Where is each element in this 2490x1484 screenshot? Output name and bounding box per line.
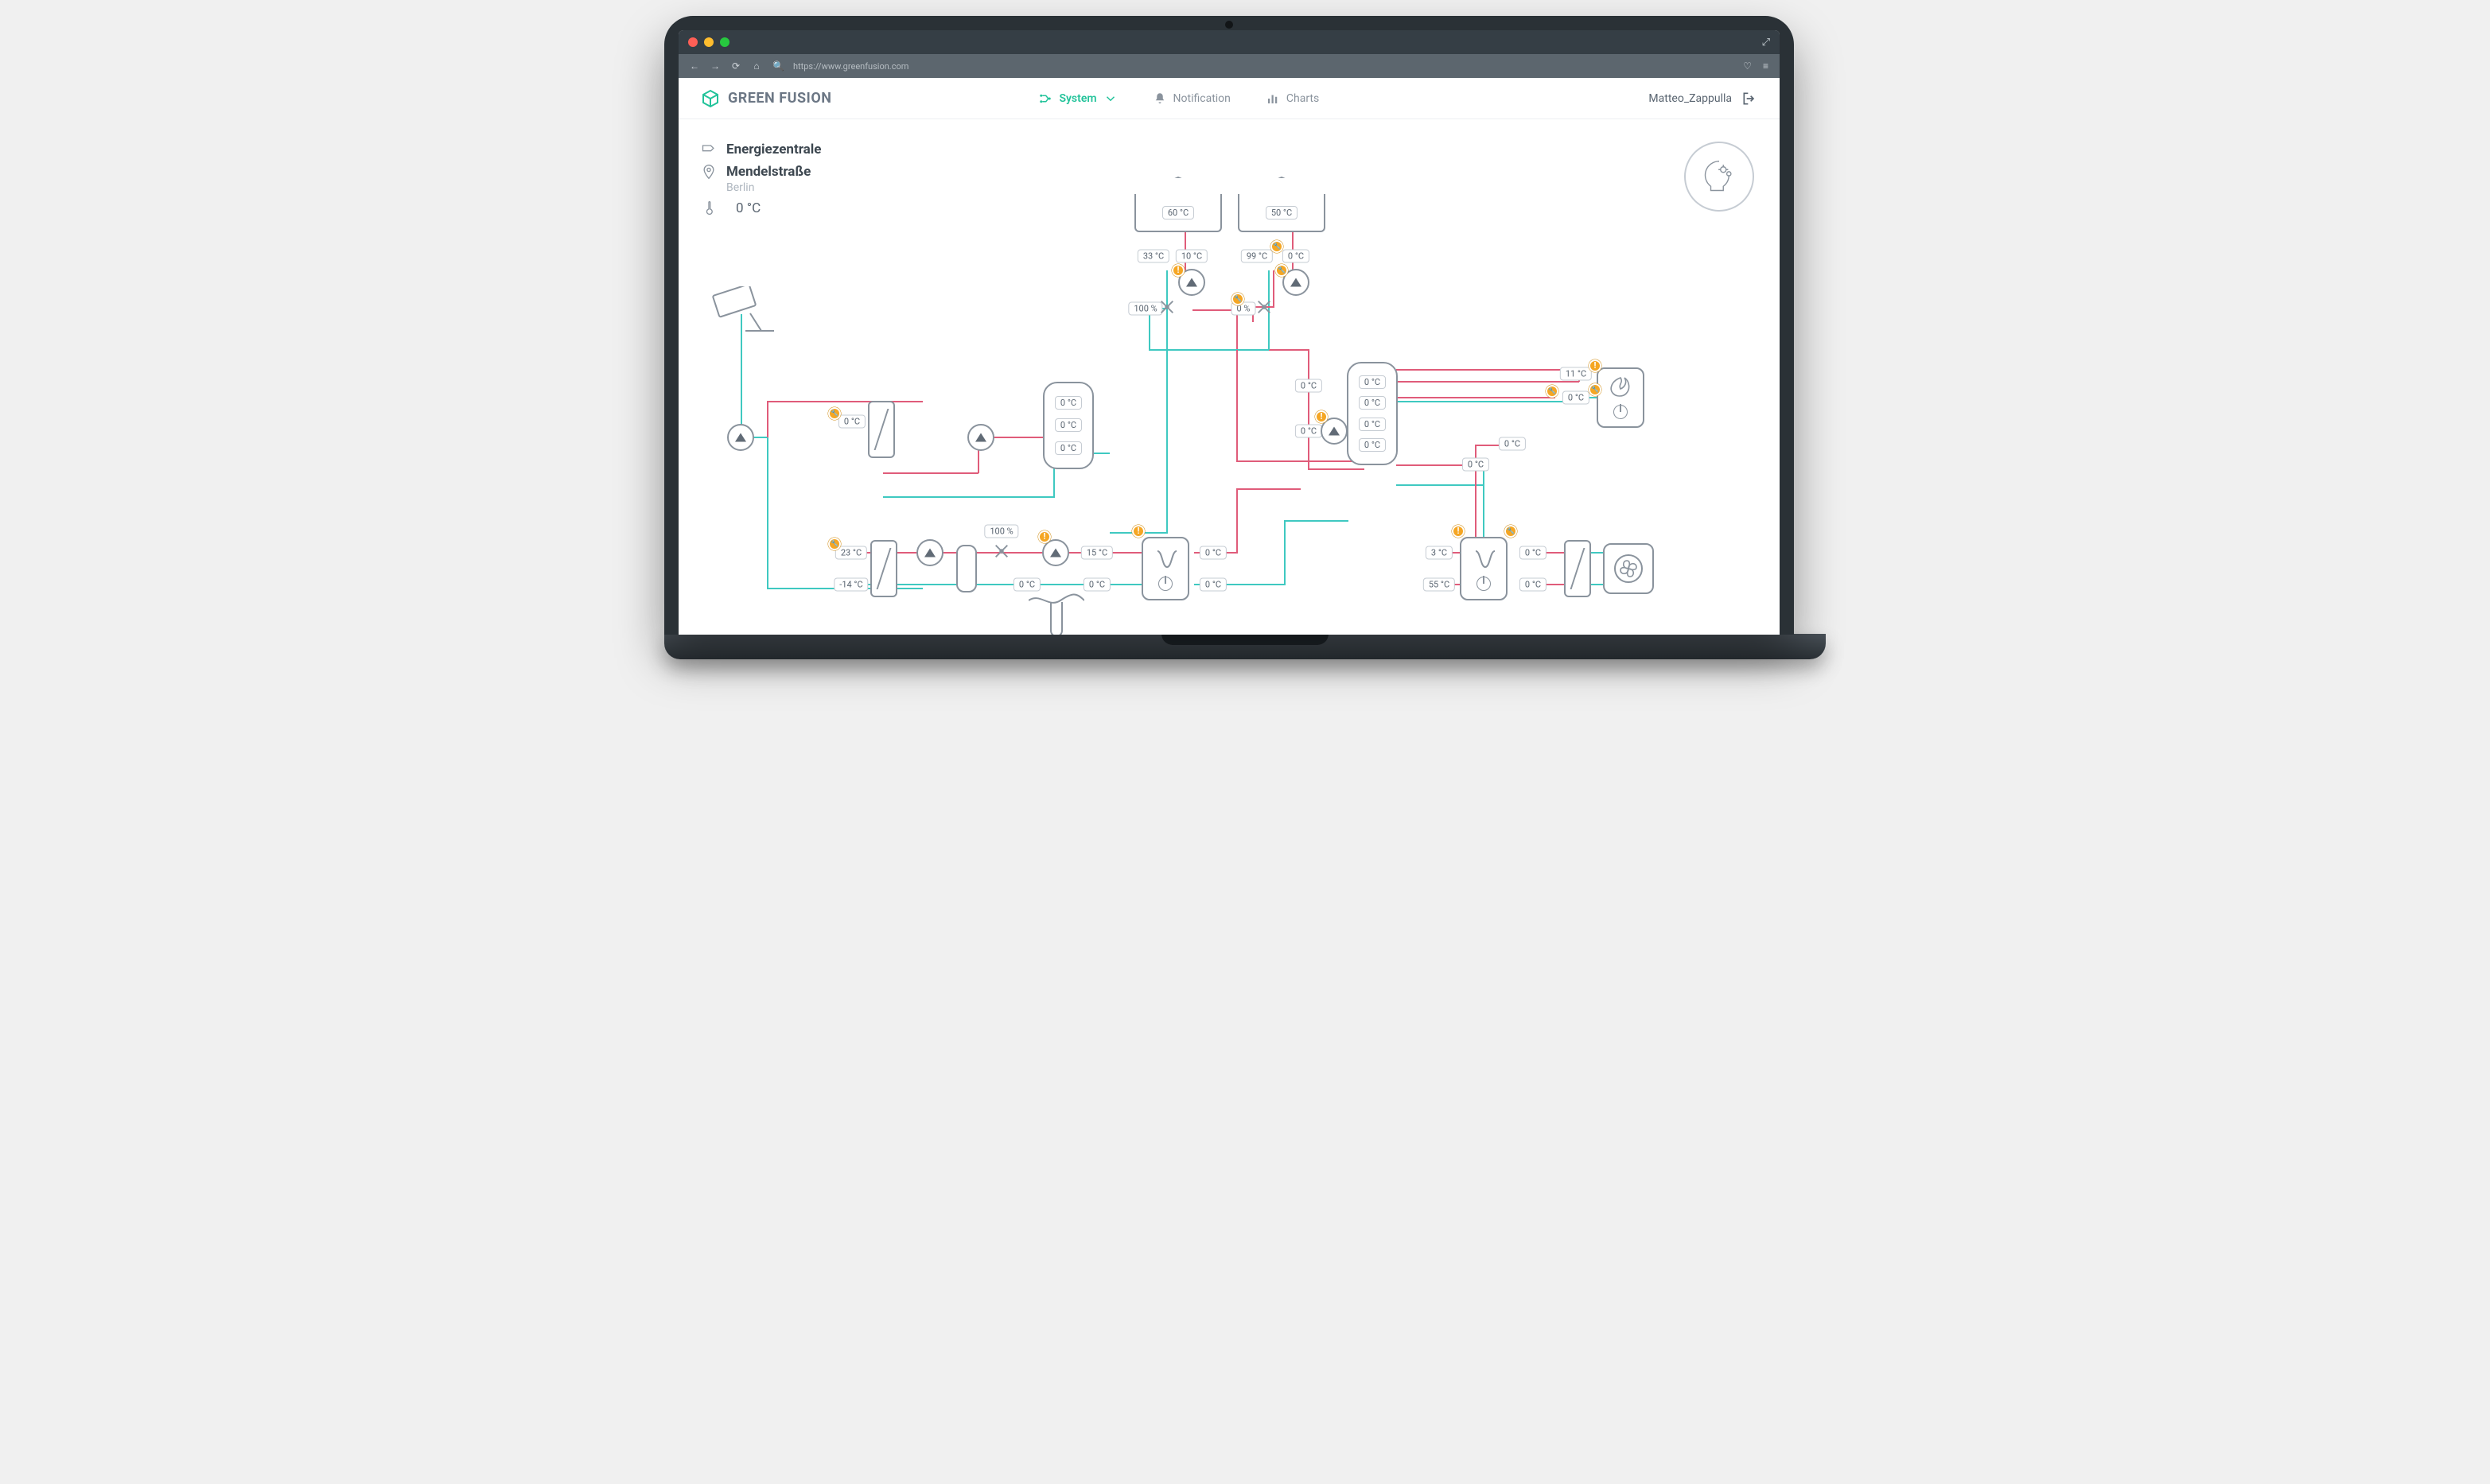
label-right-mid-b: 0 °C — [1462, 458, 1489, 472]
label-hp-left-s1: 0 °C — [1200, 546, 1227, 560]
label-solar-t1: 0 °C — [838, 415, 866, 429]
logo-icon — [701, 89, 720, 108]
boiler-unit[interactable] — [1597, 367, 1644, 428]
search-icon: 🔍 — [772, 60, 782, 72]
pump-buffer-a[interactable] — [967, 424, 994, 451]
alert-icon[interactable] — [1038, 530, 1051, 543]
label-hpr-in2: 55 °C — [1423, 578, 1455, 592]
address-url[interactable]: https://www.greenfusion.com — [793, 61, 908, 72]
window-titlebar: ⤢ — [679, 30, 1780, 54]
label-bb-left-out: 0 °C — [1295, 425, 1322, 438]
label-hpr-out2: 0 °C — [1519, 578, 1547, 592]
fullscreen-icon[interactable]: ⤢ — [1762, 37, 1770, 49]
valve-b[interactable] — [1255, 298, 1273, 319]
label-ba-return: 10 °C — [1176, 250, 1208, 263]
brand[interactable]: GREEN FUSION — [701, 89, 831, 108]
alert-icon[interactable] — [1172, 264, 1185, 277]
heart-icon[interactable]: ♡ — [1743, 60, 1752, 72]
label-hp-left-s2: 0 °C — [1200, 578, 1227, 592]
wrench-icon[interactable] — [1546, 385, 1558, 398]
pump-hp-left[interactable] — [1042, 539, 1069, 566]
nav-reload-icon[interactable]: ⟳ — [731, 60, 741, 72]
nav-home-icon[interactable]: ⌂ — [752, 60, 761, 72]
valve-geo[interactable] — [993, 542, 1010, 563]
label-buffer-b-t4: 0 °C — [1359, 438, 1386, 452]
buffer-tank-a[interactable]: 0 °C 0 °C 0 °C — [1043, 382, 1094, 469]
label-solar-t2: 23 °C — [835, 546, 867, 560]
nav-forward-icon[interactable]: → — [710, 60, 720, 72]
heat-pump-left[interactable] — [1142, 537, 1189, 600]
system-icon — [1038, 91, 1052, 106]
tab-system[interactable]: System — [1038, 91, 1117, 106]
wrench-icon[interactable] — [1504, 525, 1517, 538]
label-bb-supply: 99 °C — [1241, 250, 1273, 263]
filter-unit[interactable] — [956, 545, 977, 592]
wrench-icon[interactable] — [1589, 383, 1601, 396]
label-bb-return: 0 °C — [1282, 250, 1309, 263]
label-hp-left-in: 15 °C — [1081, 546, 1113, 560]
fan-unit[interactable] — [1603, 543, 1654, 594]
heat-pump-right[interactable] — [1460, 537, 1508, 600]
flame-icon — [1610, 376, 1631, 400]
wrench-icon[interactable] — [1270, 240, 1283, 253]
buffer-tank-b[interactable]: 0 °C 0 °C 0 °C 0 °C — [1347, 362, 1398, 465]
wrench-icon[interactable] — [828, 407, 841, 420]
label-buffer-b-t1: 0 °C — [1359, 375, 1386, 389]
browser-toolbar: ← → ⟳ ⌂ 🔍 https://www.greenfusion.com ♡ … — [679, 54, 1780, 78]
pump-solar[interactable] — [727, 424, 754, 451]
tab-notification[interactable]: Notification — [1153, 91, 1231, 106]
building-b: 50 °C — [1238, 177, 1325, 232]
label-buffer-a-t2: 0 °C — [1055, 418, 1082, 432]
valve-a[interactable] — [1158, 298, 1176, 319]
pump-ground[interactable] — [916, 539, 943, 566]
hp-icon — [1471, 546, 1496, 572]
label-solar-t3: -14 °C — [834, 578, 868, 592]
wrench-icon[interactable] — [828, 538, 841, 550]
heat-exchanger-right[interactable] — [1564, 540, 1591, 597]
label-buffer-b-t2: 0 °C — [1359, 396, 1386, 410]
label-right-mid-a: 0 °C — [1499, 437, 1526, 451]
window-controls[interactable] — [688, 37, 729, 47]
nav-back-icon[interactable]: ← — [690, 60, 699, 72]
label-hp-left-out1: 0 °C — [1084, 578, 1111, 592]
wrench-icon[interactable] — [1275, 264, 1288, 277]
alert-icon[interactable] — [1315, 410, 1328, 423]
label-buffer-a-t3: 0 °C — [1055, 441, 1082, 455]
label-hpr-out1: 0 °C — [1519, 546, 1547, 560]
label-building-a-temp: 60 °C — [1162, 206, 1194, 219]
power-icon — [1476, 577, 1491, 591]
power-icon — [1158, 577, 1173, 591]
solar-panel-icon — [710, 286, 774, 334]
label-buffer-a-t1: 0 °C — [1055, 396, 1082, 410]
geothermal-icon — [1029, 592, 1084, 635]
hp-icon — [1153, 546, 1178, 572]
label-geo-mix: 0 °C — [1014, 578, 1041, 592]
label-ba-supply: 33 °C — [1138, 250, 1169, 263]
alert-icon[interactable] — [1132, 525, 1145, 538]
power-icon — [1613, 405, 1628, 419]
building-a: 60 °C — [1134, 177, 1222, 232]
bell-icon — [1153, 91, 1167, 106]
menu-icon[interactable]: ≡ — [1763, 60, 1768, 72]
alert-icon[interactable] — [1589, 359, 1601, 372]
label-hpr-in1: 3 °C — [1426, 546, 1453, 560]
label-building-b-temp: 50 °C — [1266, 206, 1298, 219]
label-buffer-b-t3: 0 °C — [1359, 418, 1386, 431]
wrench-icon[interactable] — [1231, 293, 1244, 305]
tab-charts[interactable]: Charts — [1266, 91, 1319, 106]
heat-exchanger-solar[interactable] — [868, 401, 895, 458]
chevron-down-icon — [1103, 91, 1118, 106]
charts-icon — [1266, 91, 1280, 106]
label-boiler-supply: 11 °C — [1560, 367, 1592, 381]
logout-icon — [1741, 91, 1757, 107]
user-menu[interactable]: Matteo_Zappulla — [1648, 91, 1757, 107]
fan-icon — [1613, 553, 1644, 585]
label-bb-left-in: 0 °C — [1295, 379, 1322, 393]
heat-exchanger-ground[interactable] — [870, 540, 897, 597]
app-topnav: GREEN FUSION System Notification Charts — [679, 78, 1780, 119]
label-boiler-return: 0 °C — [1562, 391, 1589, 405]
label-geo-valve: 100 % — [984, 525, 1018, 538]
alert-icon[interactable] — [1452, 525, 1465, 538]
